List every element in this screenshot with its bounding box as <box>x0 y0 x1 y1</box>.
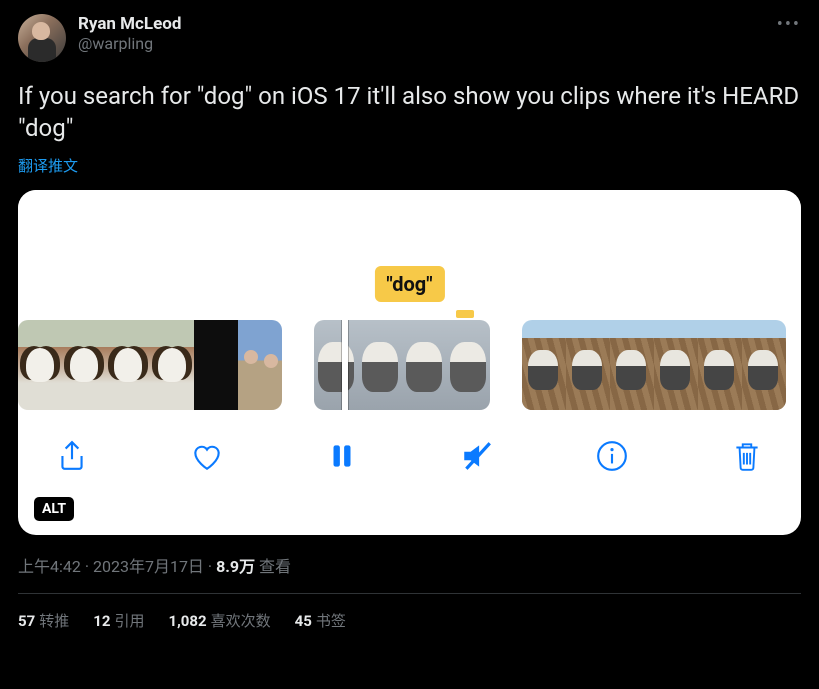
clip-thumb <box>314 320 358 410</box>
clip-thumb <box>610 320 654 410</box>
clip-thumb <box>194 320 238 410</box>
author-block[interactable]: Ryan McLeod @warpling <box>78 14 181 53</box>
clip-group[interactable] <box>522 320 786 410</box>
likes-count: 1,082 <box>168 612 206 630</box>
views-count: 8.9万 <box>216 557 255 576</box>
clip-thumb <box>358 320 402 410</box>
clip-thumb <box>698 320 742 410</box>
alt-badge[interactable]: ALT <box>34 497 74 521</box>
mute-icon[interactable] <box>457 436 497 476</box>
clip-thumb <box>654 320 698 410</box>
author-handle: @warpling <box>78 34 181 53</box>
media-toolbar <box>18 410 801 498</box>
retweets-count: 57 <box>18 612 35 630</box>
tweet-container: Ryan McLeod @warpling ••• If you search … <box>0 0 819 645</box>
pause-icon[interactable] <box>322 436 362 476</box>
author-display-name: Ryan McLeod <box>78 14 181 34</box>
clip-thumb <box>402 320 446 410</box>
tweet-meta: 上午4:42 · 2023年7月17日 · 8.9万 查看 <box>18 553 801 577</box>
clip-group[interactable] <box>18 320 282 410</box>
bookmarks-label: 书签 <box>316 612 346 630</box>
likes-stat[interactable]: 1,082 喜欢次数 <box>168 610 270 631</box>
clip-thumb <box>742 320 786 410</box>
views-label: 查看 <box>259 557 291 576</box>
clip-thumb <box>150 320 194 410</box>
tweet-text: If you search for "dog" on iOS 17 it'll … <box>18 80 801 145</box>
quotes-count: 12 <box>93 612 110 630</box>
clip-thumb <box>522 320 566 410</box>
playhead[interactable] <box>342 320 348 410</box>
clip-thumb <box>238 320 282 410</box>
heart-icon[interactable] <box>187 436 227 476</box>
media-card[interactable]: "dog" <box>18 190 801 535</box>
stats-row: 57转推 12引用 1,082 喜欢次数 45书签 <box>18 594 801 631</box>
likes-label: 喜欢次数 <box>211 612 271 630</box>
translate-link[interactable]: 翻译推文 <box>18 155 801 176</box>
bookmarks-count: 45 <box>295 612 312 630</box>
search-term-label: "dog" <box>374 266 444 302</box>
quotes-stat[interactable]: 12引用 <box>93 610 144 631</box>
avatar[interactable] <box>18 14 66 62</box>
clip-strip[interactable] <box>18 320 801 410</box>
info-icon[interactable] <box>592 436 632 476</box>
more-icon[interactable]: ••• <box>777 14 801 35</box>
retweets-stat[interactable]: 57转推 <box>18 610 69 631</box>
clip-thumb <box>566 320 610 410</box>
tweet-time[interactable]: 上午4:42 <box>18 557 81 576</box>
clip-group-active[interactable] <box>314 320 490 410</box>
tweet-date[interactable]: 2023年7月17日 <box>93 557 204 576</box>
tweet-header: Ryan McLeod @warpling ••• <box>18 14 801 62</box>
retweets-label: 转推 <box>39 612 69 630</box>
clip-thumb <box>106 320 150 410</box>
clip-thumb <box>62 320 106 410</box>
clip-thumb <box>446 320 490 410</box>
bookmarks-stat[interactable]: 45书签 <box>295 610 346 631</box>
quotes-label: 引用 <box>114 612 144 630</box>
clip-thumb <box>18 320 62 410</box>
media-top: "dog" <box>18 190 801 320</box>
share-icon[interactable] <box>52 436 92 476</box>
scrub-marker <box>456 310 474 318</box>
trash-icon[interactable] <box>727 436 767 476</box>
